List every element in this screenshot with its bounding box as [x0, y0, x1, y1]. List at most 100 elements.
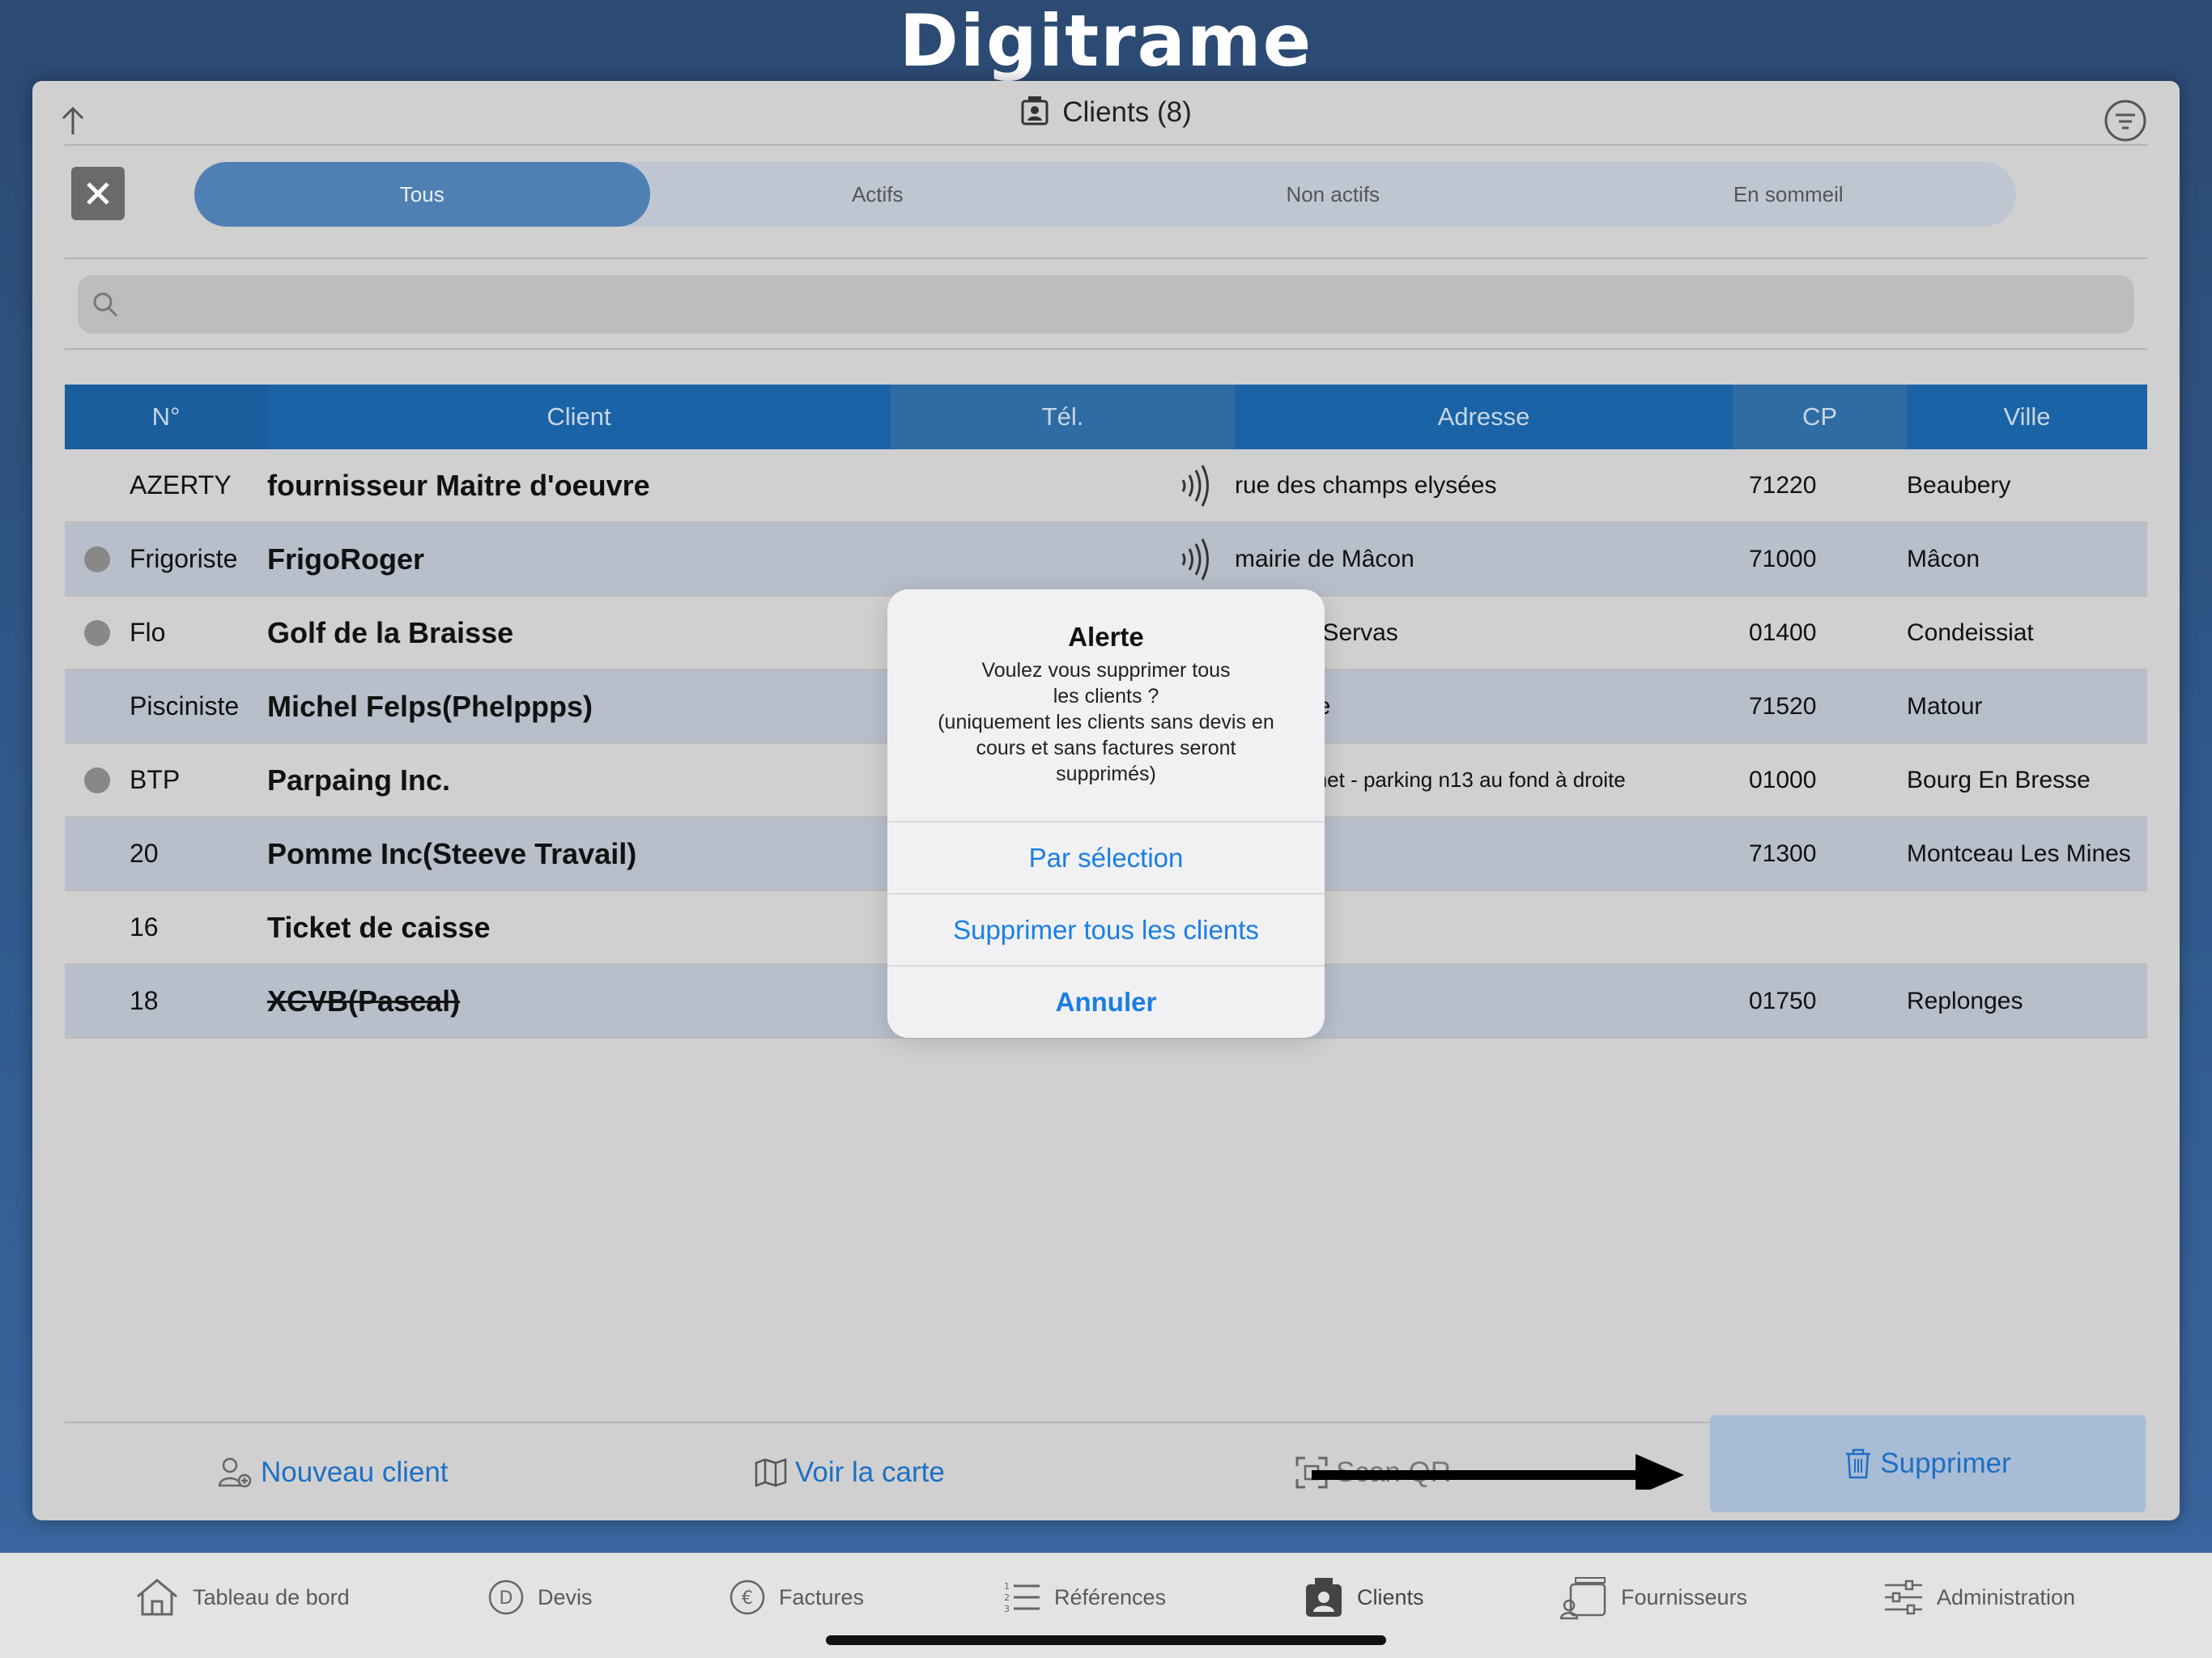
alert-title: Alerte [1068, 622, 1144, 652]
table-row[interactable]: AZERTY fournisseur Maitre d'oeuvre rue d… [65, 449, 2147, 523]
cell-ville: Bourg En Bresse [1907, 766, 2091, 793]
sliders-icon [1885, 1579, 1922, 1615]
cell-num: AZERTY [130, 470, 232, 500]
cell-client: Golf de la Braisse [267, 615, 514, 649]
cell-cp: 71220 [1749, 471, 1817, 499]
add-user-icon [218, 1457, 252, 1488]
close-icon [87, 182, 109, 205]
tab-label: Clients [1357, 1584, 1424, 1609]
cell-num: 16 [130, 912, 159, 942]
tab-label: Administration [1937, 1584, 2076, 1609]
home-icon [137, 1579, 177, 1616]
filter-icon[interactable] [2104, 99, 2147, 142]
tab-references[interactable]: 1 2 3 Références [1002, 1573, 1166, 1622]
cell-ville: Matour [1907, 692, 1983, 720]
cell-adresse: mairie de Mâcon [1235, 545, 1414, 572]
status-segmented-control: Tous Actifs Non actifs En sommeil [194, 162, 2016, 227]
alert-message-line: supprimés) [1056, 763, 1156, 785]
status-dot [84, 619, 110, 646]
cancel-button[interactable]: Annuler [887, 965, 1325, 1037]
view-map-button[interactable]: Voir la carte [755, 1425, 945, 1520]
tab-administration[interactable]: Administration [1883, 1573, 2075, 1622]
delete-all-clients-button[interactable]: Supprimer tous les clients [887, 893, 1325, 965]
clients-icon [1306, 1578, 1342, 1617]
divider [65, 144, 2147, 146]
segment-actifs[interactable]: Actifs [650, 162, 1106, 227]
list-icon: 1 2 3 [1004, 1581, 1040, 1614]
cell-client: Pomme Inc(Steeve Travail) [267, 836, 637, 870]
page-title-text: Clients (8) [1062, 96, 1192, 128]
column-header-cp[interactable]: CP [1733, 385, 1907, 449]
column-header-client[interactable]: Client [267, 385, 891, 449]
status-cell [65, 619, 130, 646]
devis-icon: D [488, 1579, 524, 1615]
by-selection-button[interactable]: Par sélection [887, 821, 1325, 893]
segment-en-sommeil[interactable]: En sommeil [1561, 162, 2017, 227]
page-title: Clients (8) [32, 96, 2180, 129]
svg-text:3: 3 [1004, 1604, 1010, 1614]
cell-adresse: rue des champs elysées [1235, 471, 1497, 499]
alert-message-line: cours et sans factures seront [976, 737, 1236, 759]
panel-header: Clients (8) [32, 81, 2180, 146]
search-input[interactable] [78, 275, 2134, 334]
tab-fournisseurs[interactable]: Fournisseurs [1559, 1573, 1747, 1622]
segment-tous[interactable]: Tous [194, 162, 650, 227]
map-icon [755, 1458, 787, 1487]
tab-label: Factures [779, 1584, 865, 1609]
column-header-tel[interactable]: Tél. [891, 385, 1235, 449]
cell-cp: 01750 [1749, 987, 1817, 1014]
cell-client: Michel Felps(Phelppps) [267, 689, 593, 723]
search-icon [93, 292, 118, 317]
svg-text:D: D [500, 1588, 513, 1609]
cell-cp: 71300 [1749, 840, 1817, 867]
column-header-adresse[interactable]: Adresse [1235, 385, 1733, 449]
cell-client: FrigoRoger [267, 542, 424, 576]
home-indicator[interactable] [826, 1635, 1386, 1645]
new-client-button[interactable]: Nouveau client [217, 1425, 449, 1520]
status-dot [84, 767, 110, 793]
cell-num: Flo [130, 618, 166, 647]
cell-tel [891, 538, 1235, 581]
tab-label: Tableau de bord [193, 1584, 350, 1609]
bottom-toolbar: Nouveau client Voir la carte Scan QR Sup… [32, 1415, 2180, 1520]
table-row[interactable]: Frigoriste FrigoRoger mairie de Mâcon 71… [65, 523, 2147, 597]
contactless-icon[interactable] [1178, 538, 1210, 581]
tab-clients[interactable]: Clients [1304, 1573, 1424, 1622]
cell-cp: 71000 [1749, 545, 1817, 572]
cell-client: Parpaing Inc. [267, 763, 451, 797]
cell-client: XCVB(Pascal) [267, 984, 461, 1018]
svg-text:€: € [742, 1588, 753, 1609]
tab-factures[interactable]: € Factures [729, 1573, 864, 1622]
delete-button[interactable]: Supprimer [1710, 1415, 2146, 1512]
close-button[interactable] [71, 167, 125, 220]
status-cell [65, 546, 130, 572]
cell-cp: 01000 [1749, 766, 1817, 793]
cell-tel [891, 464, 1235, 508]
alert-dialog: Alerte Voulez vous supprimer tous les cl… [887, 589, 1325, 1038]
view-map-label: Voir la carte [795, 1456, 945, 1488]
segment-non-actifs[interactable]: Non actifs [1105, 162, 1561, 227]
trash-icon [1846, 1448, 1871, 1479]
cell-ville: Replonges [1907, 987, 2023, 1014]
delete-label: Supprimer [1880, 1448, 2011, 1479]
alert-message-line: Voulez vous supprimer tous [981, 659, 1231, 682]
alert-message-line: (uniquement les clients sans devis en [938, 711, 1274, 733]
tab-label: Références [1054, 1584, 1167, 1609]
cell-num: 20 [130, 839, 159, 868]
svg-text:1: 1 [1004, 1581, 1010, 1592]
column-header-num[interactable]: N° [65, 385, 267, 449]
column-header-ville[interactable]: Ville [1907, 385, 2147, 449]
contactless-icon[interactable] [1178, 464, 1210, 508]
new-client-label: Nouveau client [261, 1456, 449, 1488]
cell-ville: Condeissiat [1907, 619, 2034, 646]
tab-tableau-de-bord[interactable]: Tableau de bord [134, 1573, 350, 1622]
alert-message: Voulez vous supprimer tous les clients ?… [887, 657, 1325, 787]
suppliers-icon [1559, 1577, 1606, 1620]
status-dot [84, 546, 110, 572]
cell-ville: Mâcon [1907, 545, 1980, 572]
annotation-arrow-icon [1312, 1454, 1684, 1490]
tab-label: Devis [538, 1584, 593, 1609]
cell-ville: Beaubery [1907, 471, 2011, 499]
cell-client: fournisseur Maitre d'oeuvre [267, 468, 650, 502]
tab-devis[interactable]: D Devis [487, 1573, 593, 1622]
